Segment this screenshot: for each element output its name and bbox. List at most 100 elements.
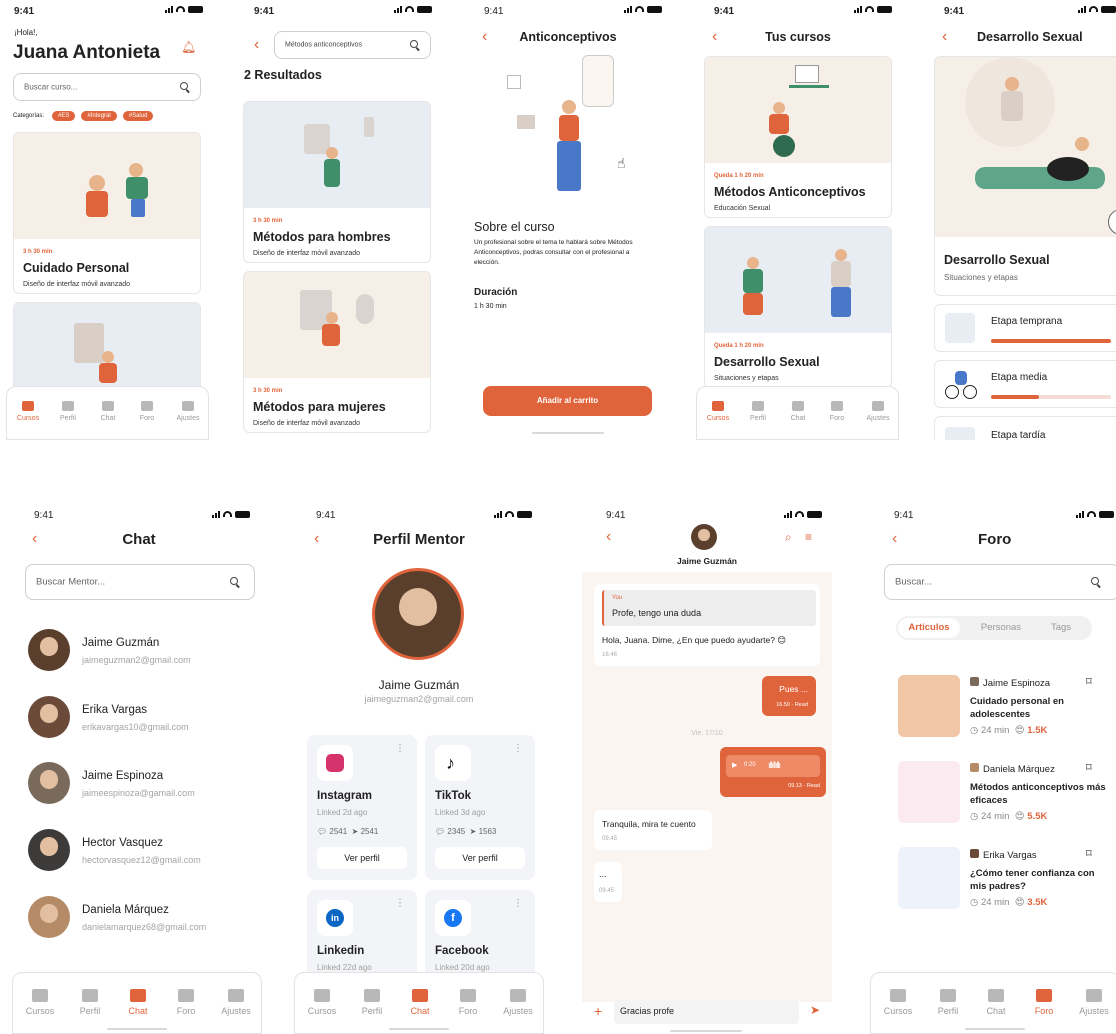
nav-cursos[interactable]: Cursos: [15, 401, 41, 422]
plus-icon[interactable]: +: [594, 1003, 602, 1019]
bookmark-icon[interactable]: ⌑: [1086, 847, 1092, 860]
book-icon: [22, 401, 34, 411]
stage-thumbnail: [945, 427, 975, 440]
typing-indicator: ... 09.45: [594, 862, 622, 902]
nav-ajustes[interactable]: Ajustes: [173, 401, 203, 422]
search-icon: [230, 577, 240, 587]
add-to-cart-button[interactable]: Añadir al carrito: [483, 386, 652, 416]
instagram-icon: [317, 745, 353, 781]
course-card[interactable]: 3 h 30 min Cuidado Personal Diseño de in…: [13, 132, 201, 294]
tag-es[interactable]: #ES: [52, 111, 76, 121]
bell-icon[interactable]: 🔔︎: [181, 40, 196, 54]
audio-player[interactable]: ▶ 0:20 ıllıllıllı: [726, 755, 820, 777]
my-course-card[interactable]: Queda 1 h 20 min Desarrollo Sexual Situa…: [704, 226, 892, 388]
my-course-card[interactable]: Queda 1 h 20 min Métodos Anticonceptivos…: [704, 56, 892, 218]
nav-ajustes[interactable]: Ajustes: [1074, 989, 1114, 1016]
nav-foro[interactable]: Foro: [171, 989, 201, 1016]
social-card-linkedin[interactable]: in ⋮ Linkedin Linked 22d ago: [307, 890, 417, 980]
nav-cursos[interactable]: Cursos: [23, 989, 57, 1016]
nav-perfil[interactable]: Perfil: [357, 989, 387, 1016]
home-screen: 9:41 ¡Hola!, Juana Antonieta 🔔︎ Buscar c…: [0, 0, 215, 440]
more-icon[interactable]: ⋮: [513, 743, 523, 754]
search-input[interactable]: Buscar...: [884, 564, 1116, 600]
nav-ajustes[interactable]: Ajustes: [863, 401, 893, 422]
nav-cursos[interactable]: Cursos: [305, 989, 339, 1016]
search-input[interactable]: Métodos anticonceptivos: [274, 31, 431, 59]
page-title: Foro: [978, 531, 1012, 548]
mentor-row[interactable]: Hector Vasquez hectorvasquez12@gmail.com: [20, 823, 258, 879]
back-arrow-icon[interactable]: ‹: [606, 528, 611, 546]
nav-foro[interactable]: Foro: [453, 989, 483, 1016]
send-icon[interactable]: ➤: [810, 1003, 820, 1017]
nav-perfil[interactable]: Perfil: [745, 401, 771, 422]
more-icon[interactable]: ⋮: [395, 898, 405, 909]
nav-foro[interactable]: Foro: [1029, 989, 1059, 1016]
article-image: [898, 761, 960, 823]
view-profile-button[interactable]: Ver perfil: [317, 847, 407, 869]
nav-chat[interactable]: Chat: [95, 401, 121, 422]
nav-cursos[interactable]: Cursos: [705, 401, 731, 422]
search-input[interactable]: Buscar curso...: [13, 73, 201, 101]
search-input[interactable]: Buscar Mentor...: [25, 564, 255, 600]
nav-foro[interactable]: Foro: [824, 401, 850, 422]
back-arrow-icon[interactable]: ‹: [254, 36, 259, 54]
play-icon[interactable]: ▶: [732, 761, 737, 769]
audio-message[interactable]: ▶ 0:20 ıllıllıllı 09.13 · Read: [720, 747, 826, 797]
mentor-name: Jaime Guzmán: [378, 678, 460, 692]
nav-perfil[interactable]: Perfil: [75, 989, 105, 1016]
forum-screen: 9:41 ‹ Foro Buscar... Articulos Personas…: [868, 500, 1116, 1034]
mentor-row[interactable]: Daniela Márquez danielamarquez68@gmail.c…: [20, 890, 258, 946]
social-card-tiktok[interactable]: ♪ ⋮ TikTok Linked 3d ago 💬︎ 2345 ➤ 1563 …: [425, 735, 535, 880]
nav-ajustes[interactable]: Ajustes: [216, 989, 256, 1016]
forum-article[interactable]: Jaime Espinoza ⌑ Cuidado personal en ado…: [898, 675, 1106, 745]
course-title: Cuidado Personal: [23, 261, 130, 275]
result-card[interactable]: 3 h 30 min Métodos para hombres Diseño d…: [243, 101, 431, 263]
bookmark-icon[interactable]: ⌑: [1086, 675, 1092, 688]
stage-row[interactable]: Etapa media: [934, 360, 1116, 408]
social-card-facebook[interactable]: f ⋮ Facebook Linked 20d ago: [425, 890, 535, 980]
nav-cursos[interactable]: Cursos: [881, 989, 915, 1016]
quoted-message: You Profe, tengo una duda: [602, 590, 816, 626]
more-icon[interactable]: ⋮: [513, 898, 523, 909]
stage-row[interactable]: Etapa tardía: [934, 416, 1116, 440]
tag-integral[interactable]: #Integral: [81, 111, 117, 121]
result-card[interactable]: 3 h 30 min Métodos para mujeres Diseño d…: [243, 271, 431, 433]
message-incoming: Tranquila, mira te cuento 09.45: [594, 810, 712, 850]
contact-name: Jaime Guzmán: [677, 556, 737, 566]
chat-icon: [130, 989, 146, 1002]
stage-row[interactable]: Etapa temprana: [934, 304, 1116, 352]
nav-foro[interactable]: Foro: [134, 401, 160, 422]
contact-avatar: [691, 524, 717, 550]
group-icon: [831, 401, 843, 411]
menu-icon[interactable]: ≡: [805, 530, 812, 544]
development-card[interactable]: Desarrollo Sexual Situaciones y etapas: [934, 56, 1116, 296]
nav-chat[interactable]: Chat: [405, 989, 435, 1016]
home-indicator: [532, 432, 604, 434]
tab-personas[interactable]: Personas: [976, 618, 1026, 638]
nav-perfil[interactable]: Perfil: [933, 989, 963, 1016]
more-icon[interactable]: ⋮: [395, 743, 405, 754]
search-icon[interactable]: ⌕: [785, 530, 792, 545]
forum-article[interactable]: Daniela Márquez ⌑ Métodos anticonceptivo…: [898, 761, 1106, 831]
bookmark-icon[interactable]: ⌑: [1086, 761, 1092, 774]
result-illustration: [244, 102, 430, 208]
back-arrow-icon[interactable]: ‹: [942, 28, 947, 46]
nav-chat[interactable]: Chat: [123, 989, 153, 1016]
nav-perfil[interactable]: Perfil: [55, 401, 81, 422]
view-profile-button[interactable]: Ver perfil: [435, 847, 525, 869]
mentor-row[interactable]: Jaime Espinoza jaimeespinoza@gamail.com: [20, 756, 258, 812]
forum-article[interactable]: Erika Vargas ⌑ ¿Cómo tener confianza con…: [898, 847, 1106, 917]
nav-chat[interactable]: Chat: [785, 401, 811, 422]
social-card-instagram[interactable]: ⋮ Instagram Linked 2d ago 💬︎ 2541 ➤ 2541…: [307, 735, 417, 880]
nav-ajustes[interactable]: Ajustes: [498, 989, 538, 1016]
nav-chat[interactable]: Chat: [981, 989, 1011, 1016]
back-arrow-icon[interactable]: ‹: [892, 530, 897, 548]
book-icon: [712, 401, 724, 411]
day-divider: Vie, 17/10: [691, 730, 723, 737]
tag-salud[interactable]: #Salud: [122, 111, 154, 121]
mentor-row[interactable]: Jaime Guzmán jaimeguzman2@gmail.com: [20, 623, 258, 679]
message-input[interactable]: Gracias profe: [614, 1000, 799, 1024]
mentor-row[interactable]: Erika Vargas erikavargas10@gmail.com: [20, 690, 258, 746]
tab-tags[interactable]: Tags: [1036, 618, 1086, 638]
tab-articulos[interactable]: Articulos: [898, 618, 960, 638]
